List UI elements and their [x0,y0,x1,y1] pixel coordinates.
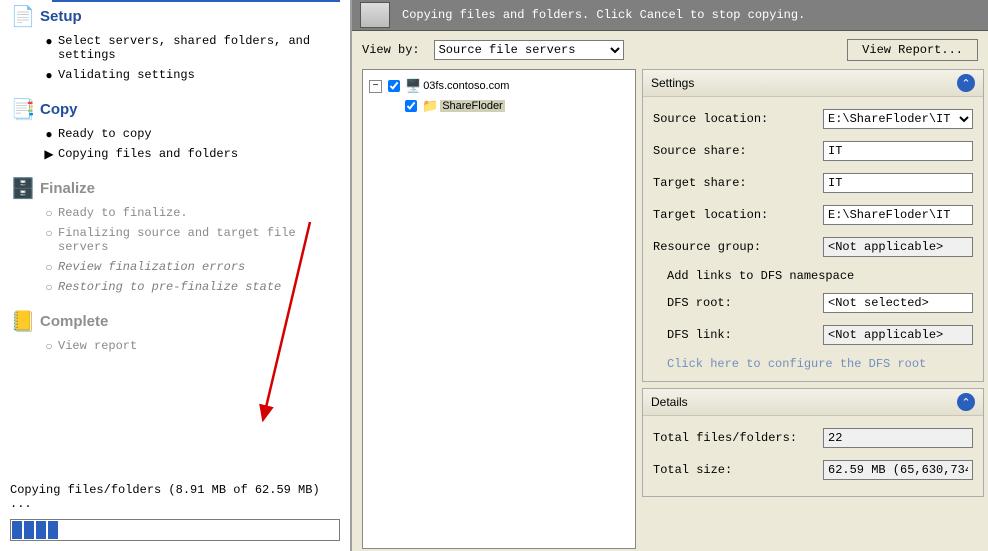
total-size-field [823,460,973,480]
folder-icon: 📁 [422,98,438,114]
bullet-icon: ○ [40,339,58,353]
details-title: Details [651,395,688,409]
complete-icon: 📒 [6,309,40,339]
source-share-field[interactable] [823,141,973,161]
target-share-label: Target share: [653,176,823,190]
source-location-select[interactable]: E:\ShareFloder\IT [823,109,973,129]
status-text: Copying files and folders. Click Cancel … [402,8,805,22]
bullet-icon: ● [40,34,58,62]
target-location-field[interactable] [823,205,973,225]
status-bar: Copying files and folders. Click Cancel … [352,0,988,31]
setup-title: Setup [40,4,340,31]
finalize-step-3: Review finalization errors [58,260,340,274]
dfs-root-label: DFS root: [667,296,823,310]
finalize-step-1: Ready to finalize. [58,206,340,220]
target-share-field[interactable] [823,173,973,193]
view-report-button[interactable]: View Report... [847,39,978,61]
total-files-label: Total files/folders: [653,431,823,445]
collapse-icon[interactable]: ⌃ [957,74,975,92]
bullet-icon: ○ [40,260,58,274]
setup-step-2: Validating settings [58,68,340,82]
source-location-label: Source location: [653,112,823,126]
finalize-step-2: Finalizing source and target file server… [58,226,340,254]
tree-root-label[interactable]: 03fs.contoso.com [423,80,509,92]
copy-step-1: Ready to copy [58,127,340,141]
copy-title: Copy [40,97,340,124]
status-icon [360,2,390,28]
dfs-root-field[interactable] [823,293,973,313]
bullet-icon: ● [40,127,58,141]
server-tree[interactable]: − 🖥️ 03fs.contoso.com 📁 ShareFloder [362,69,636,549]
tree-root-checkbox[interactable] [388,80,400,92]
dfs-link-label: DFS link: [667,328,823,342]
dfs-add-label: Add links to DFS namespace [667,267,973,287]
settings-panel: Settings ⌃ Source location: E:\ShareFlod… [642,69,984,382]
copy-icon: 📑 [6,97,40,127]
progress-text: Copying files/folders (8.91 MB of 62.59 … [10,481,340,519]
setup-step-1: Select servers, shared folders, and sett… [58,34,340,62]
target-location-label: Target location: [653,208,823,222]
tree-child-checkbox[interactable] [405,100,417,112]
bullet-icon: ○ [40,226,58,254]
tree-collapse-icon[interactable]: − [369,80,382,93]
server-icon: 🖥️ [405,78,421,94]
current-step-icon: ▶ [40,147,58,161]
bullet-icon: ● [40,68,58,82]
finalize-icon: 🗄️ [6,176,40,206]
total-files-field [823,428,973,448]
collapse-icon[interactable]: ⌃ [957,393,975,411]
details-panel: Details ⌃ Total files/folders: Total siz… [642,388,984,497]
dfs-link-field [823,325,973,345]
resource-group-field [823,237,973,257]
complete-step-1: View report [58,339,340,353]
bullet-icon: ○ [40,280,58,294]
copy-step-2: Copying files and folders [58,147,340,161]
source-share-label: Source share: [653,144,823,158]
setup-icon: 📄 [6,4,40,34]
progress-bar [10,519,340,541]
view-by-label: View by: [362,43,420,57]
settings-title: Settings [651,76,694,90]
finalize-step-4: Restoring to pre-finalize state [58,280,340,294]
resource-group-label: Resource group: [653,240,823,254]
bullet-icon: ○ [40,206,58,220]
complete-title: Complete [40,309,340,336]
view-by-select[interactable]: Source file servers [434,40,624,60]
total-size-label: Total size: [653,463,823,477]
finalize-title: Finalize [40,176,340,203]
dfs-configure-link[interactable]: Click here to configure the DFS root [653,353,973,371]
tree-child-label[interactable]: ShareFloder [440,100,505,112]
